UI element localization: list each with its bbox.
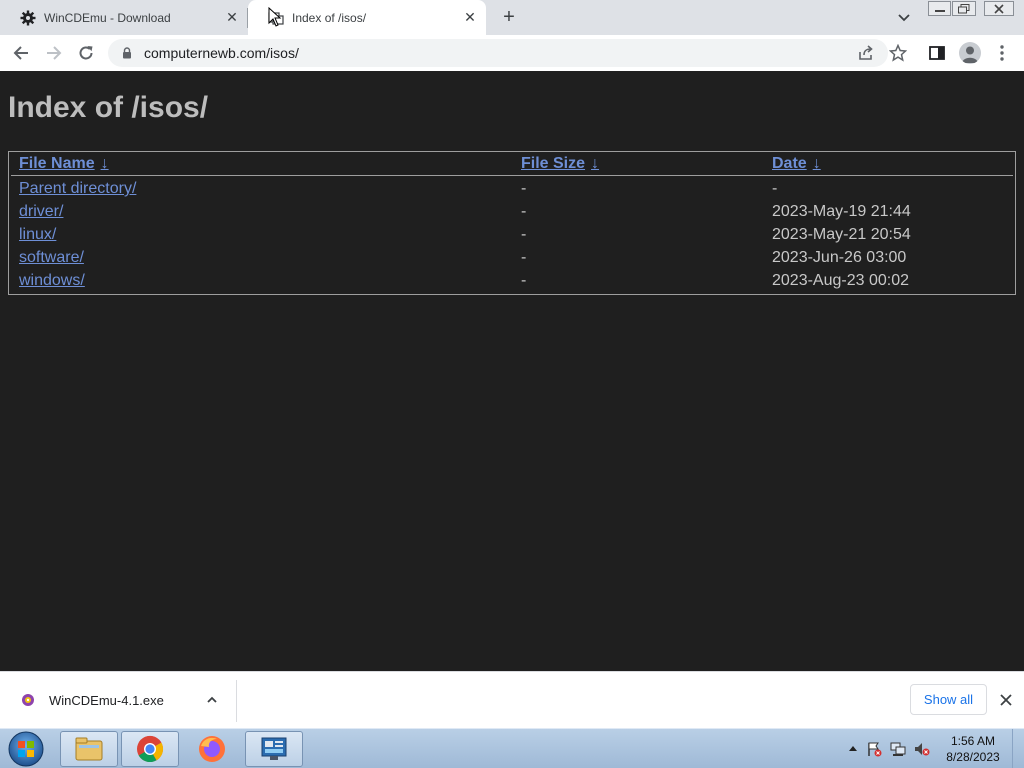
start-button[interactable] [6,730,46,768]
more-menu-icon[interactable] [992,43,1012,63]
taskbar-explorer[interactable] [60,731,118,767]
file-link-driver[interactable]: driver/ [19,203,63,221]
file-date: 2023-Jun-26 03:00 [772,249,907,266]
file-size: - [521,249,527,266]
action-center-flag-icon[interactable] [866,741,882,757]
sort-arrow-icon: ↓ [591,155,600,172]
control-panel-icon [261,737,287,760]
back-arrow-icon[interactable] [11,43,31,63]
system-clock[interactable]: 1:56 AM 8/28/2023 [940,733,1006,765]
installer-file-icon [20,692,36,708]
download-divider [236,680,237,722]
page-content: Index of /isos/ File Name ↓ File Size ↓ Da… [0,71,1024,671]
file-link-windows[interactable]: windows/ [19,272,85,290]
browser-toolbar: computernewb.com/isos/ [0,35,1024,71]
share-icon[interactable] [856,43,876,63]
volume-muted-icon[interactable] [914,741,930,757]
download-bar: WinCDEmu-4.1.exe Show all [0,671,1024,728]
new-tab-button[interactable]: + [498,6,520,28]
sort-arrow-icon: ↓ [812,155,821,172]
close-icon[interactable] [998,692,1014,708]
sort-arrow-icon: ↓ [100,155,109,172]
url-text[interactable]: computernewb.com/isos/ [144,45,888,61]
file-date: - [772,180,778,197]
file-link-parent-directory[interactable]: Parent directory/ [19,180,136,198]
column-header-date[interactable]: Date ↓ [772,155,821,173]
chrome-icon [137,735,164,763]
folder-icon [75,737,103,761]
tab-title: WinCDEmu - Download [44,10,171,25]
taskbar: 1:56 AM 8/28/2023 [0,728,1024,768]
close-window-button[interactable] [984,1,1014,16]
address-bar[interactable]: computernewb.com/isos/ [108,39,888,67]
taskbar-firefox[interactable] [183,731,241,767]
tab-strip: WinCDEmu - Download ✕ Index of /isos/ ✕ … [0,0,1024,35]
column-header-file-name[interactable]: File Name ↓ [19,155,109,173]
star-icon[interactable] [888,43,908,63]
download-item[interactable]: WinCDEmu-4.1.exe [0,672,236,728]
file-date: 2023-May-21 20:54 [772,226,911,243]
reload-icon[interactable] [76,43,96,63]
restore-button[interactable] [952,1,976,16]
forward-arrow-icon[interactable] [44,43,64,63]
header-divider [11,175,1013,176]
network-icon[interactable] [890,741,906,757]
show-desktop-button[interactable] [1012,729,1024,768]
taskbar-chrome[interactable] [121,731,179,767]
file-link-linux[interactable]: linux/ [19,226,56,244]
file-link-software[interactable]: software/ [19,249,84,267]
taskbar-control-panel[interactable] [245,731,303,767]
file-size: - [521,226,527,243]
chevron-up-icon[interactable] [205,693,219,707]
tab-wincdemu-download[interactable]: WinCDEmu - Download ✕ [0,0,248,35]
download-file-name[interactable]: WinCDEmu-4.1.exe [49,693,164,708]
close-tab-icon[interactable]: ✕ [462,9,478,26]
show-hidden-icons-icon[interactable] [845,741,861,757]
lock-icon[interactable] [120,46,134,60]
minimize-button[interactable] [928,1,951,16]
side-panel-icon[interactable] [927,43,947,63]
firefox-icon [199,736,225,762]
file-size: - [521,203,527,220]
column-header-file-size[interactable]: File Size ↓ [521,155,599,173]
show-all-button[interactable]: Show all [910,684,987,715]
clock-date: 8/28/2023 [946,750,1000,764]
file-size: - [521,272,527,289]
file-listing-table: File Name ↓ File Size ↓ Date ↓ Parent direc… [8,151,1016,295]
page-title: Index of /isos/ [8,91,209,124]
tab-index-of-isos[interactable]: Index of /isos/ ✕ [248,0,486,35]
tab-title: Index of /isos/ [292,10,367,25]
file-size: - [521,180,527,197]
file-date: 2023-Aug-23 00:02 [772,272,909,289]
mouse-cursor-icon [268,6,282,27]
chevron-down-icon[interactable] [895,8,913,26]
clock-time: 1:56 AM [950,734,996,748]
close-tab-icon[interactable]: ✕ [224,9,240,26]
profile-avatar-icon[interactable] [959,42,981,64]
gear-icon [20,10,36,26]
file-date: 2023-May-19 21:44 [772,203,911,220]
